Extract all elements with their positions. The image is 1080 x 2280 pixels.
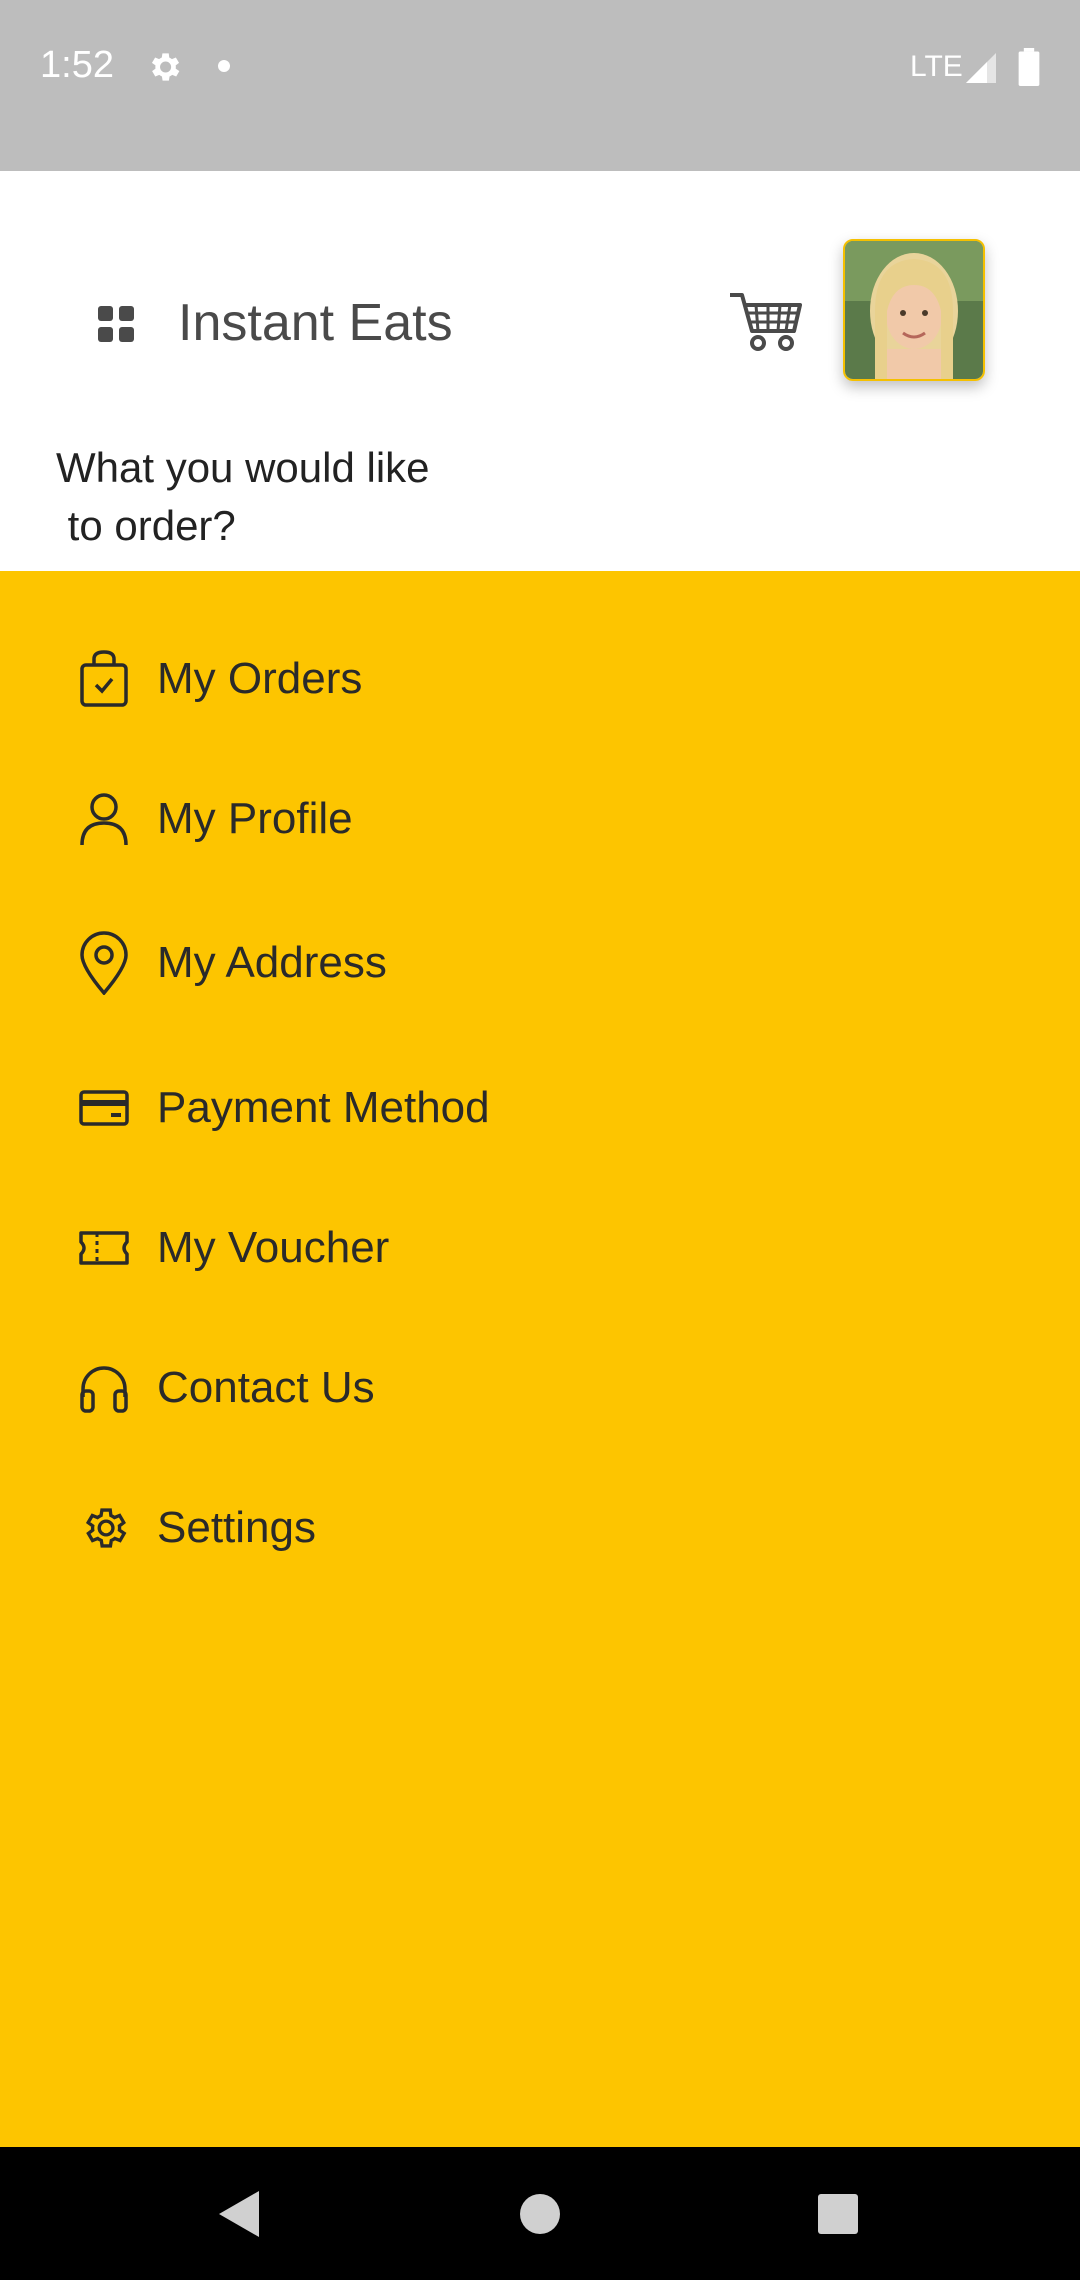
app-title: Instant Eats: [178, 294, 453, 352]
menu-item-my-voucher[interactable]: My Voucher: [0, 1188, 1080, 1308]
menu-item-label: Settings: [157, 1503, 316, 1552]
shopping-bag-icon: [76, 647, 132, 711]
gear-icon: [76, 1496, 132, 1560]
menu-item-my-profile[interactable]: My Profile: [0, 759, 1080, 879]
menu-item-label: My Address: [157, 938, 387, 987]
headphones-icon: [76, 1356, 132, 1420]
recents-button[interactable]: [818, 2194, 858, 2234]
location-pin-icon: [76, 931, 132, 995]
battery-icon: [1018, 48, 1040, 86]
menu-item-my-orders[interactable]: My Orders: [0, 619, 1080, 739]
menu-item-payment-method[interactable]: Payment Method: [0, 1048, 1080, 1168]
menu-item-contact-us[interactable]: Contact Us: [0, 1328, 1080, 1448]
back-button[interactable]: [215, 2187, 265, 2241]
ticket-icon: [76, 1216, 132, 1280]
home-button[interactable]: [520, 2194, 560, 2234]
signal-icon: [966, 53, 996, 83]
system-nav-bar: [0, 2147, 1080, 2280]
header-subtitle: What you would like to order?: [56, 444, 430, 549]
menu-item-label: My Profile: [157, 794, 353, 843]
menu-item-label: Payment Method: [157, 1083, 490, 1132]
drawer-menu: My Orders My Profile My Address Payment …: [0, 571, 1080, 2147]
user-icon: [76, 787, 132, 851]
menu-item-label: Contact Us: [157, 1363, 375, 1412]
avatar[interactable]: [843, 239, 985, 381]
menu-item-label: My Voucher: [157, 1223, 390, 1272]
status-bar: 1:52 LTE: [0, 0, 1080, 171]
avatar-image: [845, 241, 983, 379]
network-type: LTE: [910, 50, 963, 83]
menu-item-settings[interactable]: Settings: [0, 1468, 1080, 1588]
menu-grid-icon[interactable]: [96, 304, 136, 344]
notification-dot-icon: [218, 60, 230, 72]
credit-card-icon: [76, 1076, 132, 1140]
cart-icon[interactable]: [728, 289, 804, 353]
gear-icon: [151, 53, 180, 81]
app-header: Instant Eats What you would like to orde…: [0, 171, 1080, 571]
status-time: 1:52: [40, 44, 114, 86]
menu-item-label: My Orders: [157, 654, 363, 703]
menu-item-my-address[interactable]: My Address: [0, 903, 1080, 1023]
